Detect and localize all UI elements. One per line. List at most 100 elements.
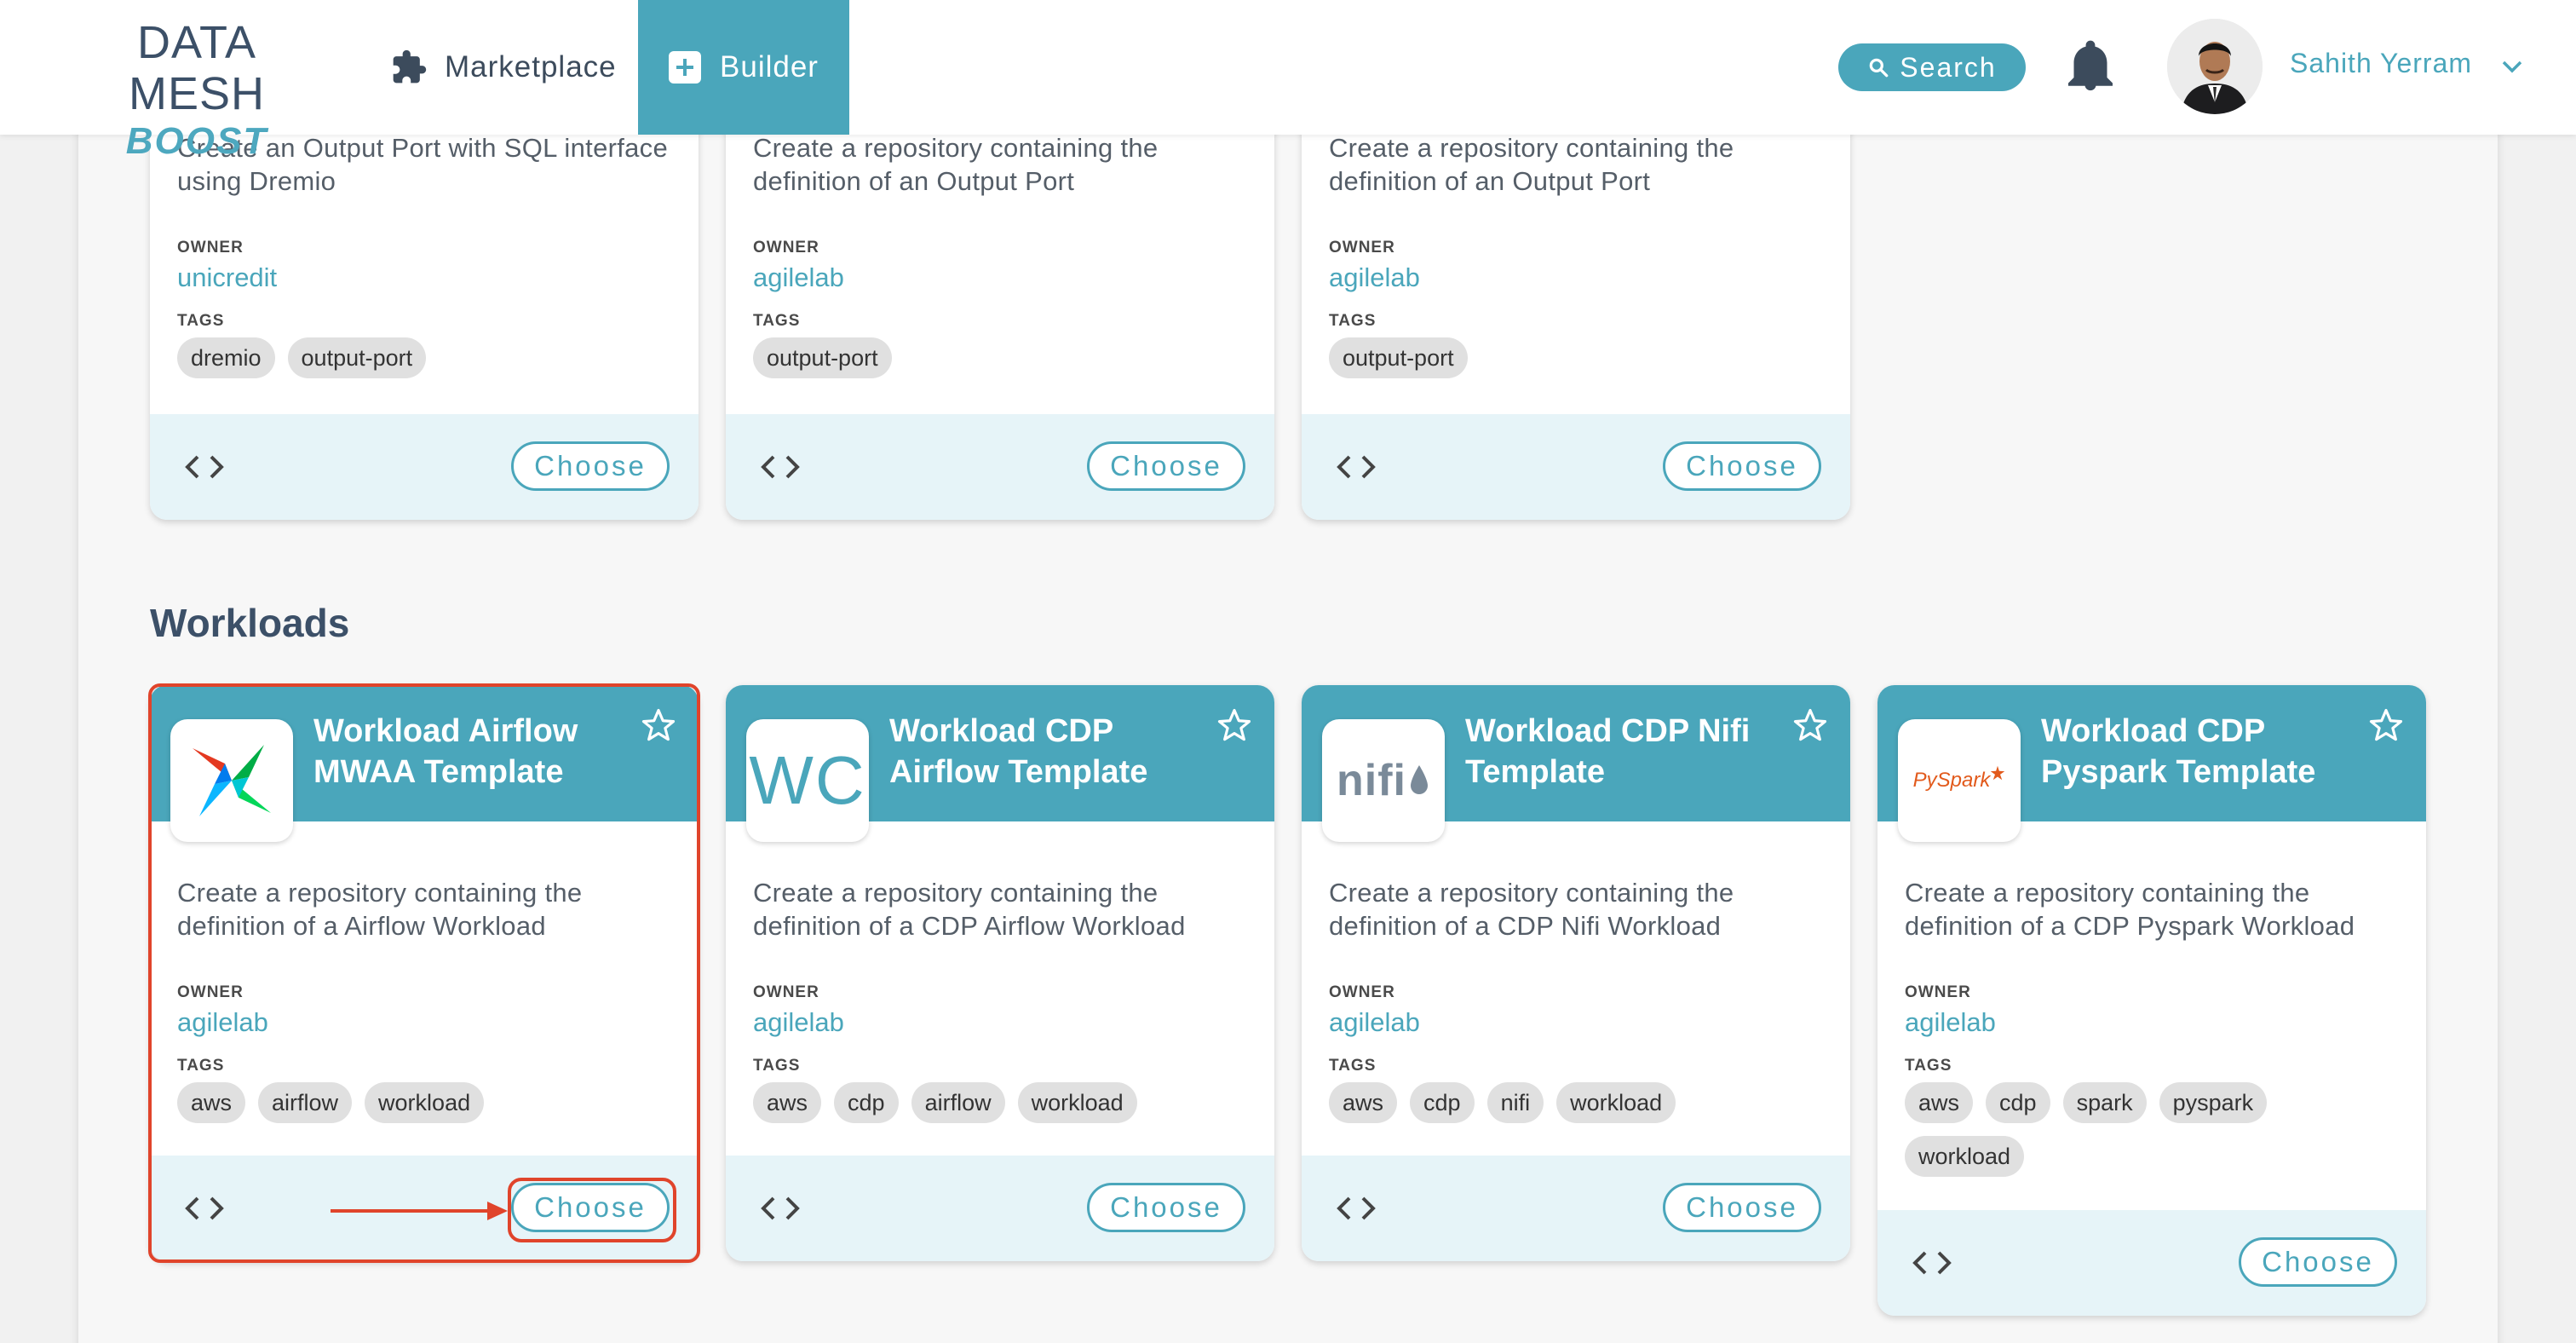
tags-label: TAGS	[177, 312, 225, 330]
wc-logo: WC	[746, 719, 869, 842]
card-footer: Choose	[1302, 1156, 1850, 1261]
airflow-pinwheel-icon	[193, 745, 271, 816]
code-icon[interactable]	[1336, 1193, 1377, 1224]
tag-chip[interactable]: workload	[365, 1082, 485, 1123]
card-header: nifi Workload CDP Nifi Template	[1302, 685, 1850, 842]
tag-chip[interactable]: workload	[1905, 1136, 2025, 1177]
spark-star-icon	[1991, 765, 2005, 781]
tag-chip[interactable]: aws	[1905, 1082, 1974, 1123]
card-header: PySpark Workload CDP Pyspark Template	[1877, 685, 2426, 842]
owner-link[interactable]: agilelab	[1905, 1007, 2399, 1038]
workload-card-cdp-airflow: WC Workload CDP Airflow Template Create …	[726, 685, 1274, 1261]
nav-builder-label: Builder	[720, 50, 819, 84]
card-description: Create a repository containing the defin…	[1905, 878, 2355, 941]
tag-chip[interactable]: spark	[2062, 1082, 2147, 1123]
tag-chip[interactable]: nifi	[1486, 1082, 1544, 1123]
star-outline-icon[interactable]	[2368, 707, 2404, 743]
star-outline-icon[interactable]	[641, 707, 676, 743]
choose-button[interactable]: Choose	[1087, 1183, 1245, 1232]
tag-chip[interactable]: aws	[177, 1082, 246, 1123]
card-title: Workload CDP Nifi Template	[1465, 713, 1751, 790]
logo-sub-text: BOOST	[125, 120, 268, 162]
card-footer: Choose	[1302, 414, 1850, 520]
user-avatar[interactable]	[2167, 19, 2263, 114]
tag-chip[interactable]: pyspark	[2159, 1082, 2268, 1123]
workload-card-cdp-pyspark: PySpark Workload CDP Pyspark Template Cr…	[1877, 685, 2426, 1316]
tag-chip[interactable]: cdp	[834, 1082, 899, 1123]
logo-main-text: DATA MESH	[128, 17, 265, 119]
owner-label: OWNER	[1329, 983, 1395, 1001]
tag-chip[interactable]: output-port	[753, 337, 892, 378]
tags-label: TAGS	[753, 312, 801, 330]
code-icon[interactable]	[1912, 1248, 1952, 1278]
choose-button[interactable]: Choose	[1663, 1183, 1821, 1232]
tag-chip[interactable]: output-port	[1329, 337, 1468, 378]
star-outline-icon[interactable]	[1216, 707, 1252, 743]
workload-card-airflow-mwaa: Workload Airflow MWAA Template Create a …	[150, 685, 699, 1261]
tag-list: aws cdp nifi workload	[1329, 1082, 1823, 1123]
owner-link[interactable]: agilelab	[753, 1007, 1247, 1038]
card-body: Create a repository containing the defin…	[726, 821, 1274, 1123]
search-label: Search	[1900, 51, 1997, 83]
card-description: Create a repository containing the defin…	[753, 133, 1159, 196]
code-icon[interactable]	[760, 452, 801, 482]
tags-label: TAGS	[1905, 1057, 1952, 1075]
star-outline-icon[interactable]	[1792, 707, 1828, 743]
card-description: Create a repository containing the defin…	[1329, 878, 1734, 941]
card-title: Workload CDP Airflow Template	[889, 713, 1148, 790]
card-body: Create a repository containing the defin…	[1302, 821, 1850, 1123]
search-button[interactable]: Search	[1838, 43, 2026, 91]
tag-chip[interactable]: workload	[1556, 1082, 1676, 1123]
owner-link[interactable]: unicredit	[177, 262, 671, 293]
tag-chip[interactable]: cdp	[1410, 1082, 1475, 1123]
tag-chip[interactable]: airflow	[258, 1082, 353, 1123]
tag-list: output-port	[1329, 337, 1823, 378]
tag-list: output-port	[753, 337, 1247, 378]
tag-list: aws cdp airflow workload	[753, 1082, 1247, 1123]
app-logo[interactable]: DATA MESH BOOST	[65, 17, 329, 164]
notifications-bell-icon[interactable]	[2068, 39, 2113, 94]
code-icon[interactable]	[184, 1193, 225, 1224]
tag-chip[interactable]: airflow	[911, 1082, 1005, 1123]
tag-chip[interactable]: output-port	[287, 337, 427, 378]
choose-button[interactable]: Choose	[2239, 1237, 2397, 1287]
choose-button[interactable]: Choose	[1663, 441, 1821, 491]
tag-chip[interactable]: aws	[1329, 1082, 1398, 1123]
owner-label: OWNER	[1905, 983, 1971, 1001]
choose-button[interactable]: Choose	[1087, 441, 1245, 491]
tag-chip[interactable]: cdp	[1986, 1082, 2050, 1123]
user-name: Sahith Yerram	[2290, 48, 2473, 78]
nav-marketplace-label: Marketplace	[445, 50, 617, 84]
card-footer: Choose	[726, 414, 1274, 520]
card-description: Create a repository containing the defin…	[1329, 133, 1734, 196]
owner-label: OWNER	[753, 983, 819, 1001]
search-icon	[1870, 58, 1889, 78]
card-body: Create a repository containing the defin…	[150, 821, 699, 1123]
code-icon[interactable]	[184, 452, 225, 482]
owner-link[interactable]: agilelab	[1329, 1007, 1823, 1038]
tag-chip[interactable]: dremio	[177, 337, 275, 378]
wc-logo-text: WC	[749, 742, 866, 818]
tags-label: TAGS	[1329, 312, 1377, 330]
airflow-logo	[170, 719, 293, 842]
code-icon[interactable]	[1336, 452, 1377, 482]
owner-link[interactable]: agilelab	[177, 1007, 671, 1038]
card-body: Create a repository containing the defin…	[1877, 821, 2426, 1177]
owner-link[interactable]: agilelab	[753, 262, 1247, 293]
owner-link[interactable]: agilelab	[1329, 262, 1823, 293]
tag-chip[interactable]: aws	[753, 1082, 822, 1123]
nav-marketplace[interactable]: Marketplace	[375, 0, 632, 135]
card-footer: Choose	[726, 1156, 1274, 1261]
nav-builder[interactable]: Builder	[638, 0, 849, 135]
code-icon[interactable]	[760, 1193, 801, 1224]
chevron-down-icon[interactable]	[2499, 56, 2525, 77]
owner-label: OWNER	[177, 983, 244, 1001]
nifi-logo-text: nifi	[1337, 756, 1406, 805]
card-description: Create a repository containing the defin…	[753, 878, 1186, 941]
choose-button[interactable]: Choose	[511, 441, 670, 491]
choose-button[interactable]: Choose	[511, 1183, 670, 1232]
card-header: WC Workload CDP Airflow Template	[726, 685, 1274, 842]
tag-chip[interactable]: workload	[1017, 1082, 1137, 1123]
tag-list: aws cdp spark pyspark workload	[1905, 1082, 2382, 1177]
card-title: Workload Airflow MWAA Template	[313, 713, 578, 790]
